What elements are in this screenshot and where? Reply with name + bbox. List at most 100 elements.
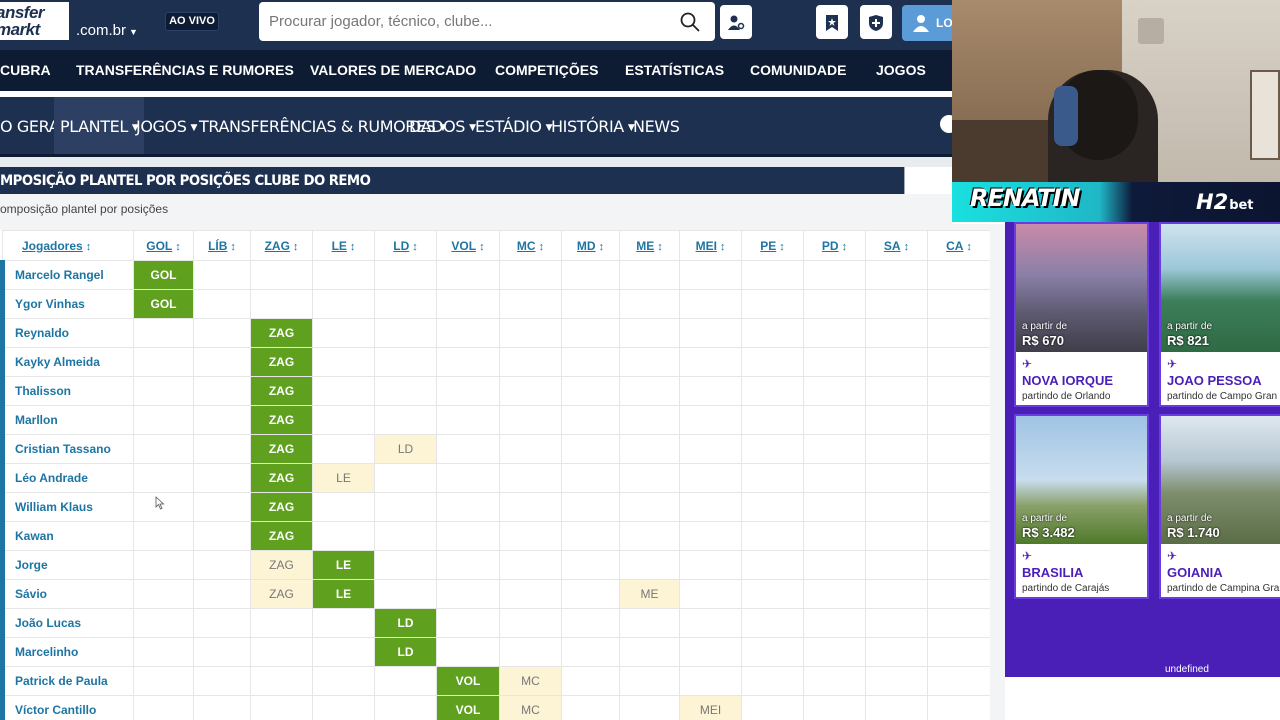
airplane-icon: ✈ bbox=[1167, 357, 1178, 371]
screen: { "header": { "logo_line1": "ansfer", "l… bbox=[0, 0, 1280, 720]
empty-position-cell bbox=[927, 608, 990, 638]
travel-deal-card[interactable]: a partir de R$ 3.482 BRASILIA partindo de C… bbox=[1014, 414, 1149, 599]
position-column-header[interactable]: ME ↕ bbox=[619, 230, 680, 261]
player-name-link[interactable]: Marllon bbox=[0, 405, 134, 435]
origin-city: partindo de Carajás bbox=[1022, 583, 1110, 594]
player-name-link[interactable]: João Lucas bbox=[0, 608, 134, 638]
position-column-header[interactable]: MEI ↕ bbox=[679, 230, 742, 261]
empty-position-cell bbox=[865, 405, 928, 435]
empty-position-cell bbox=[374, 347, 437, 377]
empty-position-cell bbox=[436, 463, 500, 493]
player-name-link[interactable]: Víctor Cantillo bbox=[0, 695, 134, 720]
main-nav-item[interactable]: COMUNIDADE bbox=[750, 50, 846, 91]
empty-position-cell bbox=[193, 347, 251, 377]
player-name-link[interactable]: Reynaldo bbox=[0, 318, 134, 348]
empty-position-cell bbox=[312, 260, 375, 290]
search-icon[interactable] bbox=[680, 12, 700, 32]
primary-position-cell: GOL bbox=[133, 289, 194, 319]
empty-position-cell bbox=[312, 666, 375, 696]
main-nav-item[interactable]: CUBRA bbox=[0, 50, 51, 91]
empty-position-cell bbox=[619, 347, 680, 377]
position-column-header[interactable]: LD ↕ bbox=[374, 230, 437, 261]
club-nav-matches[interactable]: JOGOS ▼ bbox=[136, 97, 197, 154]
club-nav-news[interactable]: NEWS bbox=[633, 97, 680, 154]
player-name-link[interactable]: Léo Andrade bbox=[0, 463, 134, 493]
club-nav-squad[interactable]: PLANTEL ▼ bbox=[54, 97, 145, 154]
player-name-link[interactable]: Marcelo Rangel bbox=[0, 260, 134, 290]
page-background bbox=[1005, 677, 1280, 720]
player-name-link[interactable]: Thalisson bbox=[0, 376, 134, 406]
club-shield-button[interactable] bbox=[860, 5, 892, 39]
travel-deal-card[interactable]: a partir de R$ 1.740 GOIANIA partindo de Ca… bbox=[1159, 414, 1280, 599]
primary-position-cell: ZAG bbox=[250, 463, 313, 493]
position-column-header[interactable]: MD ↕ bbox=[561, 230, 620, 261]
live-badge[interactable]: AO VIVO bbox=[165, 12, 219, 31]
position-column-header[interactable]: SA ↕ bbox=[865, 230, 928, 261]
position-column-header[interactable]: GOL ↕ bbox=[133, 230, 194, 261]
empty-position-cell bbox=[561, 318, 620, 348]
player-name-link[interactable]: Cristian Tassano bbox=[0, 434, 134, 464]
empty-position-cell bbox=[927, 637, 990, 667]
empty-position-cell bbox=[927, 405, 990, 435]
empty-position-cell bbox=[803, 463, 866, 493]
empty-position-cell bbox=[133, 695, 194, 720]
table-row: Jorge ZAG LE bbox=[0, 550, 990, 580]
club-nav-label: JOGOS bbox=[136, 117, 187, 136]
player-name-link[interactable]: Jorge bbox=[0, 550, 134, 580]
player-name-link[interactable]: Kayky Almeida bbox=[0, 347, 134, 377]
position-column-header[interactable]: ZAG ↕ bbox=[250, 230, 313, 261]
position-column-header[interactable]: VOL ↕ bbox=[436, 230, 500, 261]
empty-position-cell bbox=[436, 289, 500, 319]
player-name-link[interactable]: Marcelinho bbox=[0, 637, 134, 667]
player-name-link[interactable]: Sávio bbox=[0, 579, 134, 609]
player-name-link[interactable]: Ygor Vinhas bbox=[0, 289, 134, 319]
empty-position-cell bbox=[436, 347, 500, 377]
players-column-header[interactable]: Jogadores ↕ bbox=[2, 230, 134, 261]
position-column-header[interactable]: CA ↕ bbox=[927, 230, 990, 261]
main-nav-item[interactable]: ESTATÍSTICAS bbox=[625, 50, 724, 91]
main-nav-item[interactable]: COMPETIÇÕES bbox=[495, 50, 598, 91]
main-nav-item[interactable]: VALORES DE MERCADO bbox=[310, 50, 476, 91]
empty-position-cell bbox=[193, 260, 251, 290]
club-navigation: O GERAL PLANTEL ▼ JOGOS ▼ TRANSFERÊNCIAS &… bbox=[0, 97, 958, 157]
empty-position-cell bbox=[561, 347, 620, 377]
player-name-link[interactable]: Patrick de Paula bbox=[0, 666, 134, 696]
user-search-button[interactable] bbox=[720, 5, 752, 39]
search-input[interactable] bbox=[269, 2, 669, 41]
domain-selector[interactable]: .com.br ▼ bbox=[76, 22, 138, 39]
table-row: Thalisson ZAG bbox=[0, 376, 990, 406]
column-label: MEI bbox=[695, 238, 717, 253]
box-title: MPOSIÇÃO PLANTEL POR POSIÇÕES CLUBE DO R… bbox=[0, 167, 905, 194]
travel-deal-card[interactable]: a partir de R$ 821 JOAO PESSOA partindo de … bbox=[1159, 222, 1280, 407]
watchlist-button[interactable] bbox=[816, 5, 848, 39]
travel-deal-card[interactable]: a partir de R$ 670 NOVA IORQUE partindo de … bbox=[1014, 222, 1149, 407]
main-nav-item[interactable]: TRANSFERÊNCIAS E RUMORES bbox=[76, 50, 294, 91]
empty-position-cell bbox=[679, 347, 742, 377]
column-label: LÍB bbox=[208, 238, 228, 253]
empty-position-cell bbox=[803, 579, 866, 609]
position-column-header[interactable]: LÍB ↕ bbox=[193, 230, 251, 261]
logo-line-1: ansfer bbox=[0, 3, 45, 22]
user-search-icon bbox=[728, 15, 745, 30]
empty-position-cell bbox=[741, 376, 804, 406]
empty-position-cell bbox=[865, 376, 928, 406]
position-column-header[interactable]: MC ↕ bbox=[499, 230, 562, 261]
main-nav-item[interactable]: JOGOS bbox=[876, 50, 926, 91]
club-nav-stats[interactable]: DADOS ▼ bbox=[409, 97, 476, 154]
club-nav-history[interactable]: HISTÓRIA ▼ bbox=[551, 97, 635, 154]
position-column-header[interactable]: LE ↕ bbox=[312, 230, 375, 261]
empty-position-cell bbox=[561, 376, 620, 406]
empty-position-cell bbox=[436, 521, 500, 551]
position-column-header[interactable]: PD ↕ bbox=[803, 230, 866, 261]
player-name-link[interactable]: William Klaus bbox=[0, 492, 134, 522]
club-nav-stadium[interactable]: ESTÁDIO ▼ bbox=[475, 97, 552, 154]
player-name-link[interactable]: Kawan bbox=[0, 521, 134, 551]
empty-position-cell bbox=[561, 579, 620, 609]
empty-position-cell bbox=[561, 289, 620, 319]
primary-position-cell: ZAG bbox=[250, 318, 313, 348]
empty-position-cell bbox=[865, 289, 928, 319]
empty-position-cell bbox=[193, 666, 251, 696]
position-column-header[interactable]: PE ↕ bbox=[741, 230, 804, 261]
transfermarkt-logo[interactable]: ansfer markt bbox=[0, 2, 69, 40]
empty-position-cell bbox=[436, 579, 500, 609]
